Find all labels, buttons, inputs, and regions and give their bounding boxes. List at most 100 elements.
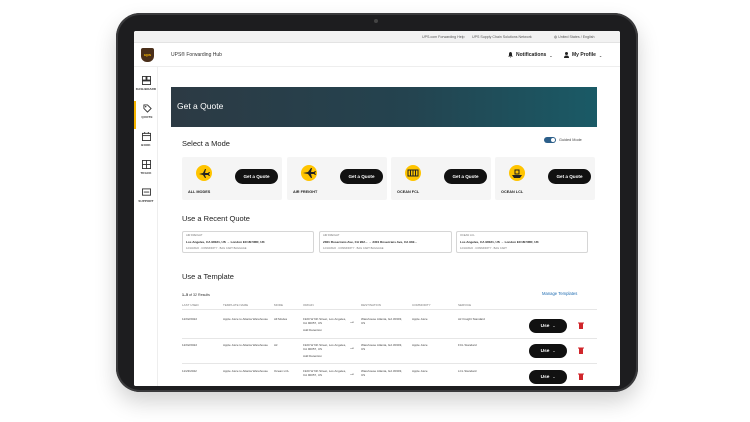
cell-last-used: 12/02/2022 <box>182 317 198 321</box>
recent-quote-route: 2301 Rosecrans Ave, CA 902... → 2301 Ros… <box>323 240 417 244</box>
left-sidebar: DASHBOARD QUOTE BOOK TRACK SUPPORT <box>134 67 158 386</box>
box-icon <box>141 160 151 169</box>
mode-label: ALL MODES <box>188 190 211 194</box>
select-mode-heading: Select a Mode <box>182 139 230 148</box>
page-title: Get a Quote <box>177 101 224 111</box>
trash-icon[interactable] <box>578 347 584 354</box>
all-modes-icon <box>196 165 212 181</box>
results-range: 1–5 <box>182 293 188 297</box>
support-icon <box>141 188 151 196</box>
manage-templates-link[interactable]: Manage Templates <box>542 291 577 296</box>
cell-service: FCL Standard <box>458 343 477 347</box>
column-header[interactable]: TEMPLATE NAME <box>223 303 248 307</box>
get-quote-button[interactable]: Get a Quote <box>444 169 487 184</box>
cell-mode: Ocean LCL <box>274 369 290 373</box>
sidebar-item-quote[interactable]: QUOTE <box>134 101 158 129</box>
guided-mode-toggle[interactable]: Guided Mode <box>544 137 582 143</box>
recent-quote-meta: 12/13/2022 · COMMODITY · BAG CART <box>460 247 507 250</box>
cell-origin: 1920 W 6th Street, Los Angeles, CA 90057… <box>303 317 347 325</box>
app-header: ups UPS® Forwarding Hub Notifications ⌄ … <box>134 43 620 67</box>
recent-quote-meta: 12/13/2022 · COMMODITY · BAG CART BAGGAG… <box>186 247 247 250</box>
page-hero-banner: Get a Quote <box>171 87 597 127</box>
chevron-down-icon: ⌄ <box>552 324 556 328</box>
sidebar-item-dashboard[interactable]: DASHBOARD <box>134 73 158 101</box>
column-header[interactable]: ORIGIN <box>303 303 314 307</box>
arrow-right-icon: → <box>349 345 355 351</box>
cell-mode: Air <box>274 343 278 347</box>
recent-quote-heading: Use a Recent Quote <box>182 214 250 223</box>
ship-icon <box>509 165 525 181</box>
cell-commodity: Apple Juice <box>412 369 428 373</box>
recent-quote-card[interactable]: AIR FREIGHT Los Angeles, CA 90021, US → … <box>182 231 314 253</box>
column-header[interactable]: MODE <box>274 303 283 307</box>
sidebar-item-book[interactable]: BOOK <box>134 129 158 157</box>
container-icon <box>405 165 421 181</box>
column-header[interactable]: DESTINATION <box>361 303 381 307</box>
get-quote-button[interactable]: Get a Quote <box>340 169 383 184</box>
row-divider <box>182 363 597 364</box>
mode-card-all-modes[interactable]: ALL MODES Get a Quote <box>182 157 282 200</box>
column-header[interactable]: LAST USED <box>182 303 199 307</box>
utility-link-network[interactable]: UPS Supply Chain Solutions Network <box>472 35 532 39</box>
mode-card-ocean-lcl[interactable]: OCEAN LCL Get a Quote <box>495 157 595 200</box>
get-quote-button[interactable]: Get a Quote <box>548 169 591 184</box>
cell-origin-extra: Add Detention <box>303 354 323 358</box>
chevron-down-icon: ⌄ <box>598 52 603 58</box>
cell-origin: 1920 W 6th Street, Los Angeles, CA 90057… <box>303 369 347 377</box>
tablet-frame: UPS.com Forwarding Help UPS Supply Chain… <box>116 13 638 392</box>
cell-service: LCL Standard <box>458 369 477 373</box>
mode-card-air-freight[interactable]: AIR FREIGHT Get a Quote <box>287 157 387 200</box>
sidebar-item-label: QUOTE <box>141 115 153 119</box>
results-count: 1–5 of 32 Results <box>182 293 210 297</box>
sidebar-item-support[interactable]: SUPPORT <box>134 185 158 213</box>
cell-last-used: 12/02/2022 <box>182 343 198 347</box>
utility-link-help[interactable]: UPS.com Forwarding Help <box>422 35 465 39</box>
recent-quote-mode: AIR FREIGHT <box>186 234 203 237</box>
chevron-down-icon: ⌄ <box>549 52 553 58</box>
header-divider <box>182 309 597 310</box>
cell-template-name: Apple Juice to Atlanta Warehouse <box>223 369 268 373</box>
profile-menu-button[interactable]: My Profile ⌄ <box>564 52 602 58</box>
airplane-icon <box>301 165 317 181</box>
notifications-button[interactable]: Notifications ⌄ <box>508 52 553 58</box>
notifications-label: Notifications <box>516 52 547 58</box>
recent-quote-card[interactable]: OCEAN LCL Los Angeles, CA 90021, US → Lo… <box>456 231 588 253</box>
cell-origin: 1920 W 6th Street, Los Angeles, CA 90057… <box>303 343 347 351</box>
trash-icon[interactable] <box>578 373 584 380</box>
language-label: United States / English <box>558 35 595 39</box>
mode-label: OCEAN LCL <box>501 190 524 194</box>
recent-quote-mode: AIR FREIGHT <box>323 234 340 237</box>
recent-quote-meta: 12/13/2022 · COMMODITY · BAG CART BAGGAG… <box>323 247 384 250</box>
get-quote-button[interactable]: Get a Quote <box>235 169 278 184</box>
mode-label: AIR FREIGHT <box>293 190 318 194</box>
sidebar-item-label: DASHBOARD <box>135 87 157 91</box>
language-selector[interactable]: ◍ United States / English <box>554 35 595 39</box>
cell-origin-extra: Add Detention <box>303 328 323 332</box>
sidebar-item-track[interactable]: TRACK <box>134 157 158 185</box>
arrow-right-icon: → <box>349 319 355 325</box>
mode-label: OCEAN FCL <box>397 190 420 194</box>
trash-icon[interactable] <box>578 322 584 329</box>
ups-logo[interactable]: ups <box>141 48 154 62</box>
mode-card-ocean-fcl[interactable]: OCEAN FCL Get a Quote <box>391 157 491 200</box>
use-template-button[interactable]: Use ⌄ <box>529 344 567 358</box>
recent-quote-route: Los Angeles, CA 90021, US → London EC1M … <box>460 240 539 244</box>
use-label: Use <box>540 375 550 380</box>
sidebar-item-label: TRACK <box>140 171 152 175</box>
bell-icon <box>508 52 513 58</box>
use-template-button[interactable]: Use ⌄ <box>529 319 567 333</box>
chevron-down-icon: ⌄ <box>552 349 556 353</box>
recent-quote-card[interactable]: AIR FREIGHT 2301 Rosecrans Ave, CA 902..… <box>319 231 452 253</box>
user-icon <box>564 52 569 58</box>
toggle-label: Guided Mode <box>559 138 582 142</box>
dashboard-icon <box>141 76 151 85</box>
cell-destination: Warehouse Atlanta, GA 30303, US <box>361 369 403 377</box>
profile-label: My Profile <box>572 52 596 58</box>
row-divider <box>182 338 597 339</box>
sidebar-item-label: BOOK <box>141 143 151 147</box>
cell-service: Air Freight Standard <box>458 317 485 321</box>
column-header[interactable]: SERVICE <box>458 303 471 307</box>
column-header[interactable]: COMMODITY <box>412 303 431 307</box>
toggle-switch[interactable] <box>544 137 556 143</box>
use-template-button[interactable]: Use ⌄ <box>529 370 567 384</box>
